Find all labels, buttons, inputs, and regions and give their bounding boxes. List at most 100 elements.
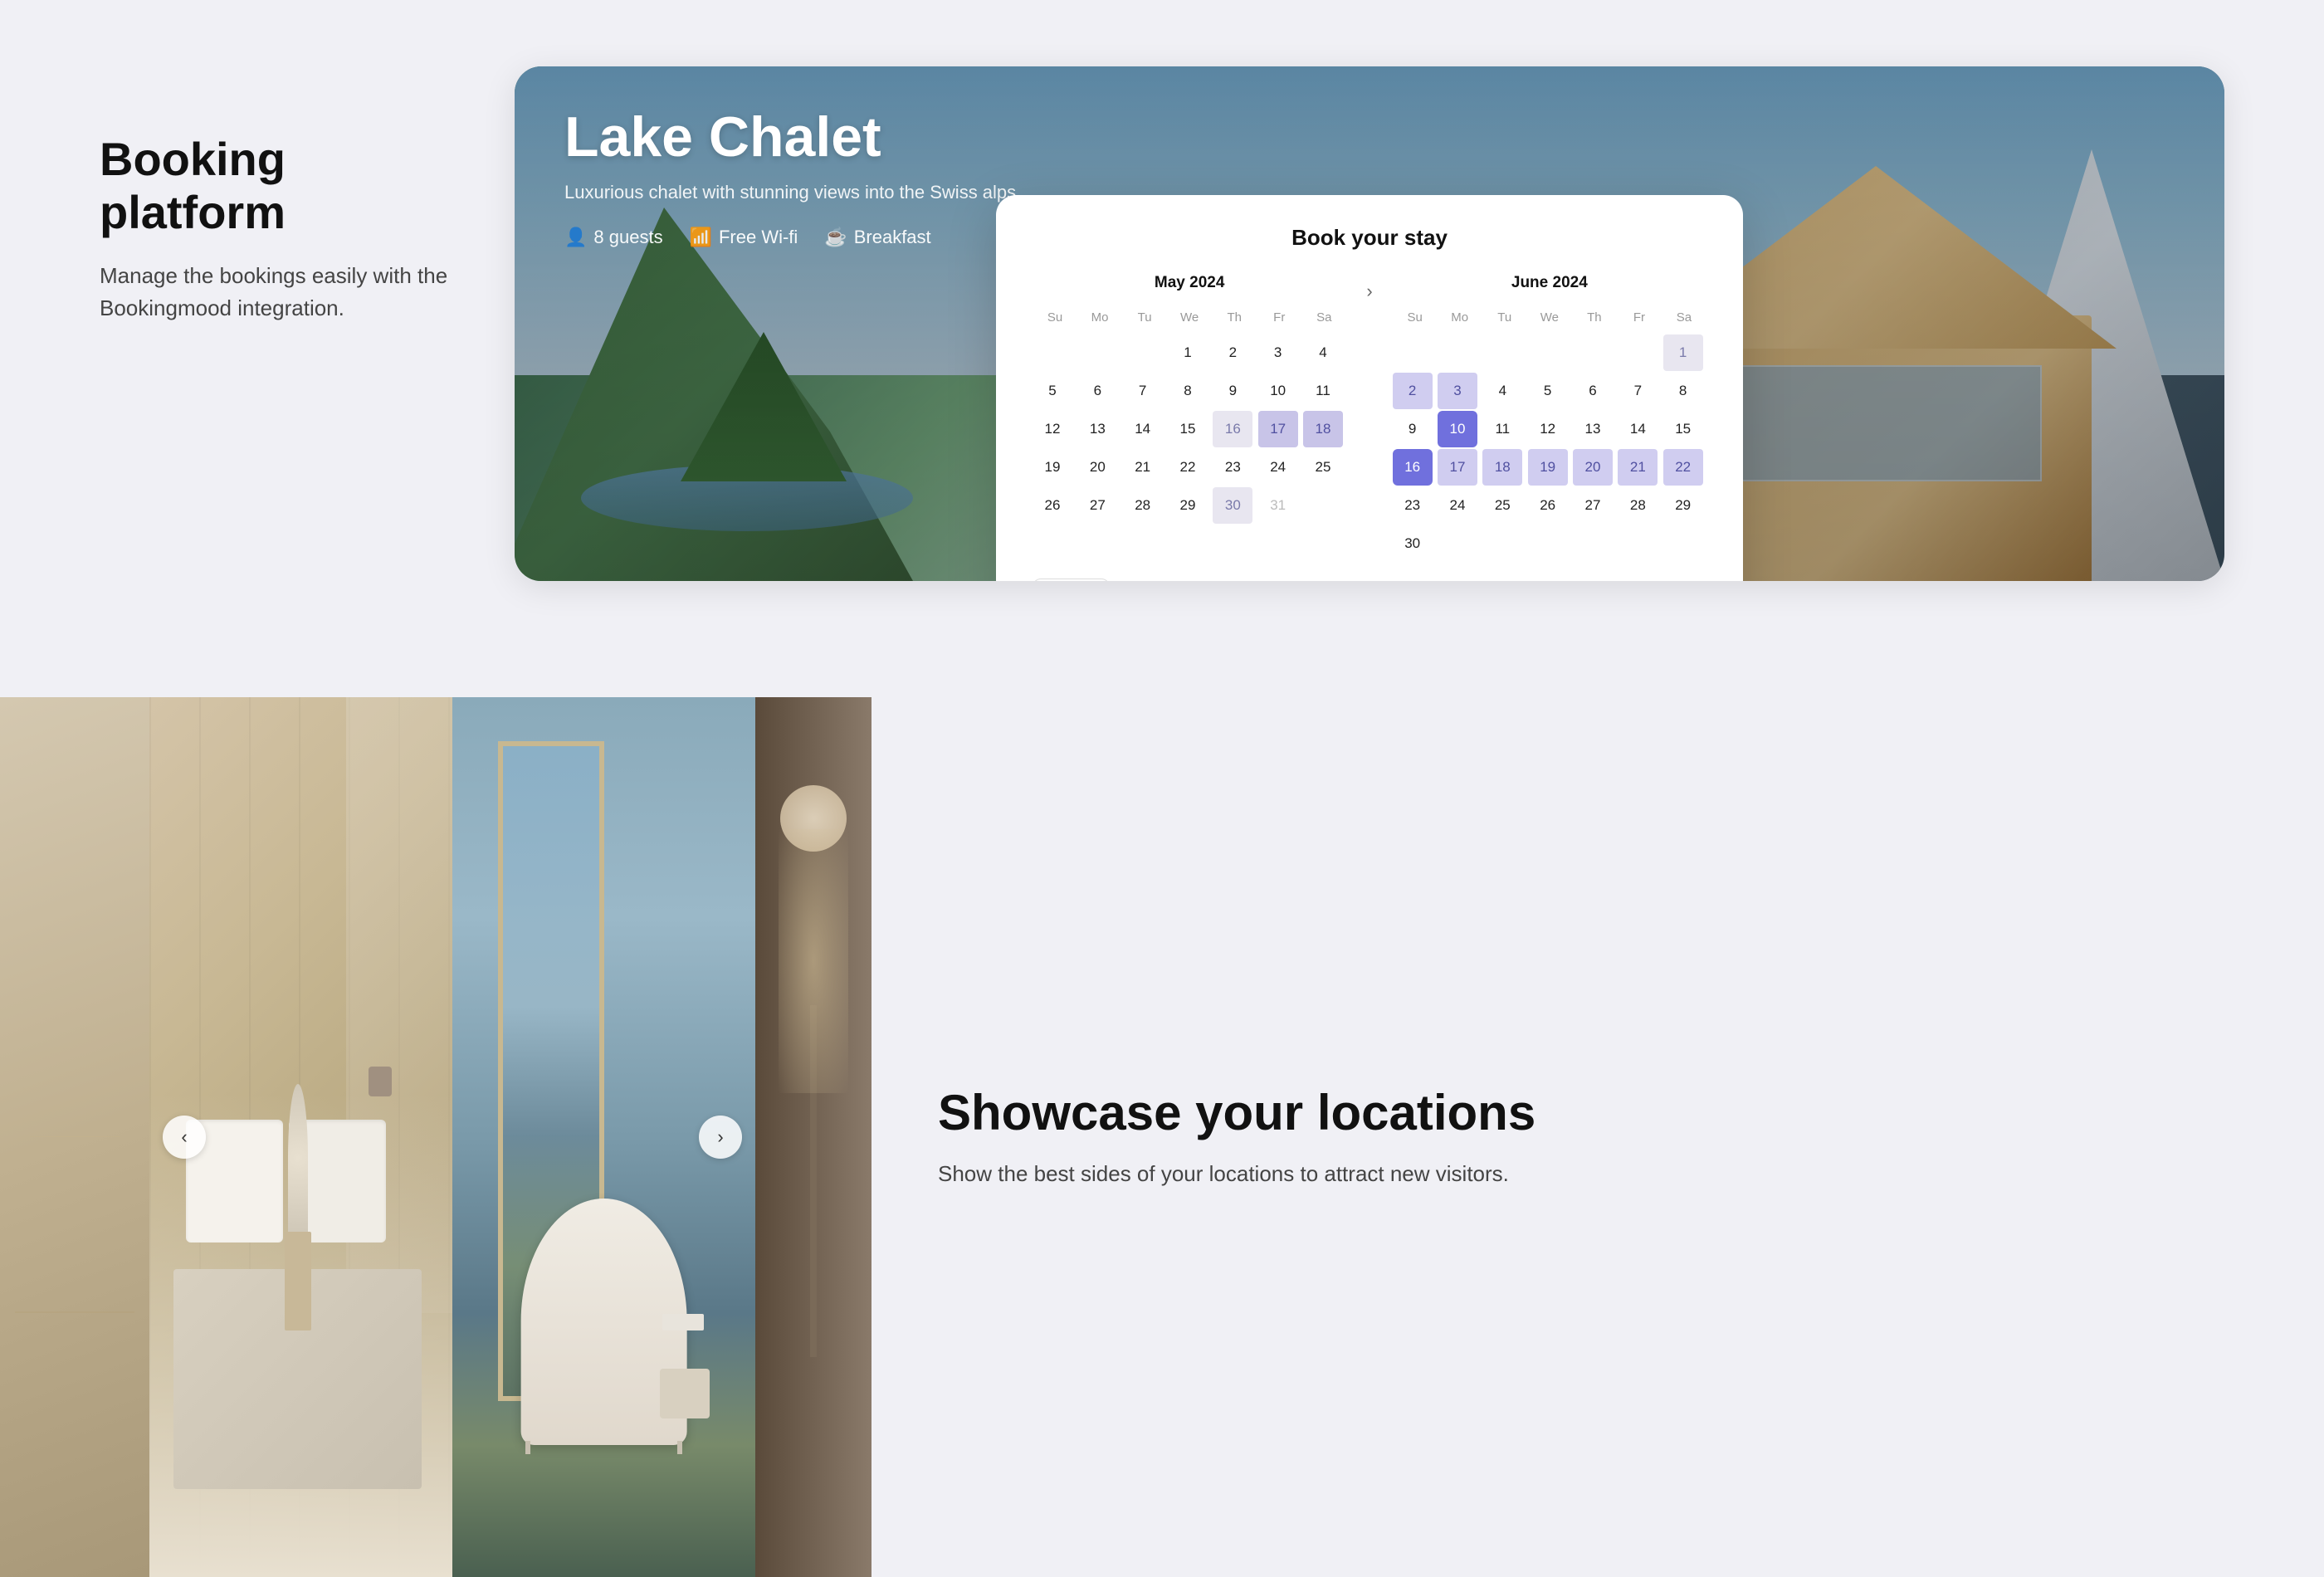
may-day-25[interactable]: 25	[1303, 449, 1343, 486]
may-day-10[interactable]: 10	[1258, 373, 1298, 409]
june-day-15[interactable]: 15	[1663, 411, 1703, 447]
may-day-19[interactable]: 19	[1033, 449, 1072, 486]
may-day-30[interactable]: 30	[1213, 487, 1252, 524]
may-day-2[interactable]: 2	[1213, 334, 1252, 371]
may-day-28[interactable]: 28	[1123, 487, 1163, 524]
amenity-wifi: 📶 Free Wi-fi	[690, 227, 798, 248]
june-day-11[interactable]: 11	[1482, 411, 1522, 447]
platform-heading: Booking platform	[100, 133, 448, 240]
june-day-26[interactable]: 26	[1528, 487, 1568, 524]
amenity-guests: 👤 8 guests	[564, 227, 663, 248]
june-day-24[interactable]: 24	[1438, 487, 1477, 524]
june-day-30[interactable]: 30	[1393, 525, 1433, 562]
showcase-heading: Showcase your locations	[938, 1084, 2258, 1141]
day-we2: We	[1527, 307, 1572, 328]
breakfast-icon: ☕	[824, 227, 847, 248]
june-day-18[interactable]: 18	[1482, 449, 1522, 486]
may-day-16[interactable]: 16	[1213, 411, 1252, 447]
vase-bg	[755, 697, 872, 1577]
june-day-27[interactable]: 27	[1573, 487, 1613, 524]
guests-stepper[interactable]: 18 ⌃ ⌄	[1033, 579, 1110, 581]
may-day-labels: Su Mo Tu We Th Fr Sa	[1033, 307, 1346, 328]
day-fr2: Fr	[1617, 307, 1662, 328]
guests-icon: 👤	[564, 227, 587, 248]
june-day-5[interactable]: 5	[1528, 373, 1568, 409]
may-day-14[interactable]: 14	[1123, 411, 1163, 447]
june-day-6[interactable]: 6	[1573, 373, 1613, 409]
may-day-1[interactable]: 1	[1168, 334, 1208, 371]
may-day-27[interactable]: 27	[1077, 487, 1117, 524]
may-day-12[interactable]: 12	[1033, 411, 1072, 447]
may-day-11[interactable]: 11	[1303, 373, 1343, 409]
left-panel: Booking platform Manage the bookings eas…	[100, 66, 448, 325]
may-day-23[interactable]: 23	[1213, 449, 1252, 486]
may-day-26[interactable]: 26	[1033, 487, 1072, 524]
june-day-19[interactable]: 19	[1528, 449, 1568, 486]
may-day-29[interactable]: 29	[1168, 487, 1208, 524]
empty-cell-j5: .	[1618, 334, 1658, 371]
day-tu: Tu	[1122, 307, 1167, 328]
day-th2: Th	[1572, 307, 1617, 328]
may-day-5[interactable]: 5	[1033, 373, 1072, 409]
may-day-3[interactable]: 3	[1258, 334, 1298, 371]
booking-card: Lake Chalet Luxurious chalet with stunni…	[515, 66, 2224, 581]
may-day-13[interactable]: 13	[1077, 411, 1117, 447]
calendar-grid: May 2024 Su Mo Tu We Th Fr Sa ...1234567…	[1033, 274, 1706, 562]
guests-label: 8 guests	[593, 227, 662, 248]
next-month-arrow[interactable]: ›	[1366, 277, 1372, 302]
day-we: We	[1167, 307, 1212, 328]
june-day-13[interactable]: 13	[1573, 411, 1613, 447]
empty-cell: .	[1033, 334, 1072, 371]
empty-cell: .	[1077, 334, 1117, 371]
june-day-4[interactable]: 4	[1482, 373, 1522, 409]
june-day-28[interactable]: 28	[1618, 487, 1658, 524]
amenity-breakfast: ☕ Breakfast	[824, 227, 930, 248]
june-day-9[interactable]: 9	[1393, 411, 1433, 447]
may-day-7[interactable]: 7	[1123, 373, 1163, 409]
empty-cell-j2: .	[1482, 334, 1522, 371]
june-day-2[interactable]: 2	[1393, 373, 1433, 409]
may-day-6[interactable]: 6	[1077, 373, 1117, 409]
may-day-22[interactable]: 22	[1168, 449, 1208, 486]
june-day-22[interactable]: 22	[1663, 449, 1703, 486]
june-day-1[interactable]: 1	[1663, 334, 1703, 371]
photo-next-button[interactable]: ›	[699, 1116, 742, 1159]
june-day-12[interactable]: 12	[1528, 411, 1568, 447]
day-sa2: Sa	[1662, 307, 1706, 328]
day-su: Su	[1033, 307, 1077, 328]
may-day-9[interactable]: 9	[1213, 373, 1252, 409]
june-day-21[interactable]: 21	[1618, 449, 1658, 486]
june-day-16[interactable]: 16	[1393, 449, 1433, 486]
empty-cell-j4: .	[1573, 334, 1613, 371]
may-day-20[interactable]: 20	[1077, 449, 1117, 486]
may-day-17[interactable]: 17	[1258, 411, 1298, 447]
may-day-4[interactable]: 4	[1303, 334, 1343, 371]
june-day-25[interactable]: 25	[1482, 487, 1522, 524]
may-day-8[interactable]: 8	[1168, 373, 1208, 409]
may-day-18[interactable]: 18	[1303, 411, 1343, 447]
june-day-14[interactable]: 14	[1618, 411, 1658, 447]
june-day-29[interactable]: 29	[1663, 487, 1703, 524]
photo-sliver-left	[0, 697, 149, 1577]
june-day-20[interactable]: 20	[1573, 449, 1613, 486]
may-header: May 2024	[1033, 274, 1346, 292]
may-calendar: May 2024 Su Mo Tu We Th Fr Sa ...1234567…	[1033, 274, 1346, 524]
wifi-icon: 📶	[690, 227, 712, 248]
photo-prev-button[interactable]: ‹	[163, 1116, 206, 1159]
may-day-21[interactable]: 21	[1123, 449, 1163, 486]
empty-cell-j1: .	[1438, 334, 1477, 371]
may-day-24[interactable]: 24	[1258, 449, 1298, 486]
day-mo2: Mo	[1438, 307, 1482, 328]
june-day-7[interactable]: 7	[1618, 373, 1658, 409]
june-day-3[interactable]: 3	[1438, 373, 1477, 409]
june-day-labels: Su Mo Tu We Th Fr Sa	[1393, 307, 1706, 328]
june-day-10[interactable]: 10	[1438, 411, 1477, 447]
june-day-23[interactable]: 23	[1393, 487, 1433, 524]
empty-cell-j3: .	[1528, 334, 1568, 371]
day-tu2: Tu	[1482, 307, 1527, 328]
may-day-31[interactable]: 31	[1258, 487, 1298, 524]
may-day-15[interactable]: 15	[1168, 411, 1208, 447]
june-calendar: June 2024 Su Mo Tu We Th Fr Sa ......123…	[1393, 274, 1706, 562]
june-day-17[interactable]: 17	[1438, 449, 1477, 486]
june-day-8[interactable]: 8	[1663, 373, 1703, 409]
